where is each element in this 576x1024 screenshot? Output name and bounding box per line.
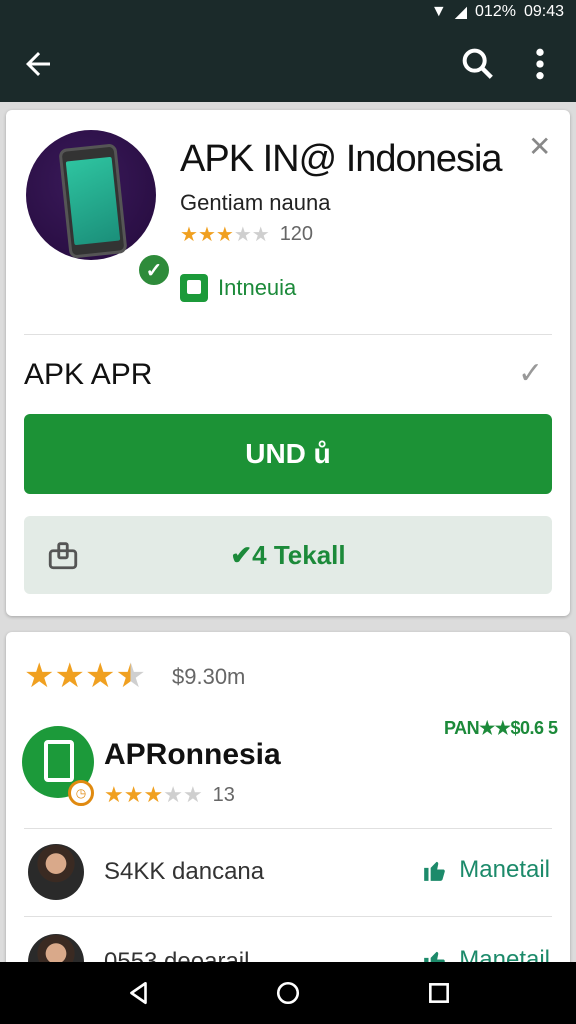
back-arrow-icon[interactable] [20, 46, 56, 82]
star-icon: ★ [182, 782, 203, 807]
user-row[interactable]: S4KK dancana Manetail [24, 840, 552, 910]
more-vert-icon[interactable] [526, 44, 554, 84]
star-icon: ★ [24, 657, 55, 695]
star-icon: ★ [251, 224, 270, 246]
star-icon: ★ [115, 657, 146, 695]
avatar [28, 844, 84, 900]
category-label: Intneuia [218, 275, 297, 300]
star-icon: ★ [84, 657, 116, 695]
overall-rating: ★ ★ ★ ★ [24, 656, 146, 696]
promo-tag[interactable]: PAN★★$0.6 5 [444, 718, 558, 739]
install-button[interactable]: UND ů [24, 414, 552, 494]
nav-back-icon[interactable] [126, 980, 152, 1006]
divider [24, 916, 552, 917]
action-label: Manetail [459, 856, 550, 883]
close-icon[interactable]: ✕ [528, 130, 551, 163]
search-icon[interactable] [458, 44, 498, 84]
phone-illustration [58, 143, 128, 259]
star-icon: ★ [197, 224, 216, 246]
star-icon: ★ [123, 782, 144, 807]
app-rating: ★ ★ ★ ★ ★ 120 [180, 222, 313, 247]
user-action[interactable]: Manetail [421, 856, 550, 884]
star-icon: ★ [180, 224, 198, 246]
verified-check-icon: ✓ [136, 252, 172, 288]
status-bar: ▼ ◢ 012% 09:43 [0, 0, 576, 24]
app-title: APK IN@ Indonesia [180, 138, 503, 180]
star-icon: ★ [104, 782, 124, 807]
star-icon: ★ [163, 782, 183, 807]
clock-badge-icon: ◷ [68, 780, 94, 806]
star-icon: ★ [215, 224, 234, 246]
secondary-button-label: ✔4 Tekall [230, 540, 346, 570]
divider [24, 828, 552, 829]
category-icon [180, 274, 208, 302]
user-name: S4KK dancana [104, 858, 265, 885]
app-bar [0, 24, 576, 102]
nav-recents-icon[interactable] [426, 980, 452, 1006]
app-subtitle: Gentiam nauna [180, 190, 331, 215]
rating-text: $9.30m [172, 664, 246, 689]
wifi-icon: ▼ [430, 3, 447, 20]
app-details-card: ✓ APK IN@ Indonesia ✕ Gentiam nauna ★ ★ … [6, 110, 570, 616]
star-icon: ★ [233, 224, 252, 246]
app2-name[interactable]: APRonnesia [104, 738, 281, 772]
chevron-check-icon[interactable]: ✓ [518, 356, 543, 391]
signal-icon: ◢ [454, 4, 468, 21]
star-icon: ★ [54, 657, 85, 695]
rating-count: 13 [212, 783, 235, 806]
app-icon: ✓ [26, 130, 172, 288]
divider [24, 334, 552, 335]
category-chip[interactable]: Intneuia [180, 274, 296, 302]
thumbs-up-icon [424, 861, 446, 881]
app2-rating: ★ ★ ★ ★ ★ 13 [104, 782, 235, 808]
star-icon: ★ [143, 782, 164, 807]
clock: 09:43 [523, 3, 564, 20]
system-nav-bar [0, 962, 576, 1024]
rating-count: 120 [279, 223, 314, 245]
apk-row-label: APK APR [24, 358, 153, 391]
secondary-button[interactable]: ✔4 Tekall [24, 516, 552, 594]
nav-home-icon[interactable] [275, 980, 301, 1006]
battery-text: 012% [475, 3, 516, 20]
